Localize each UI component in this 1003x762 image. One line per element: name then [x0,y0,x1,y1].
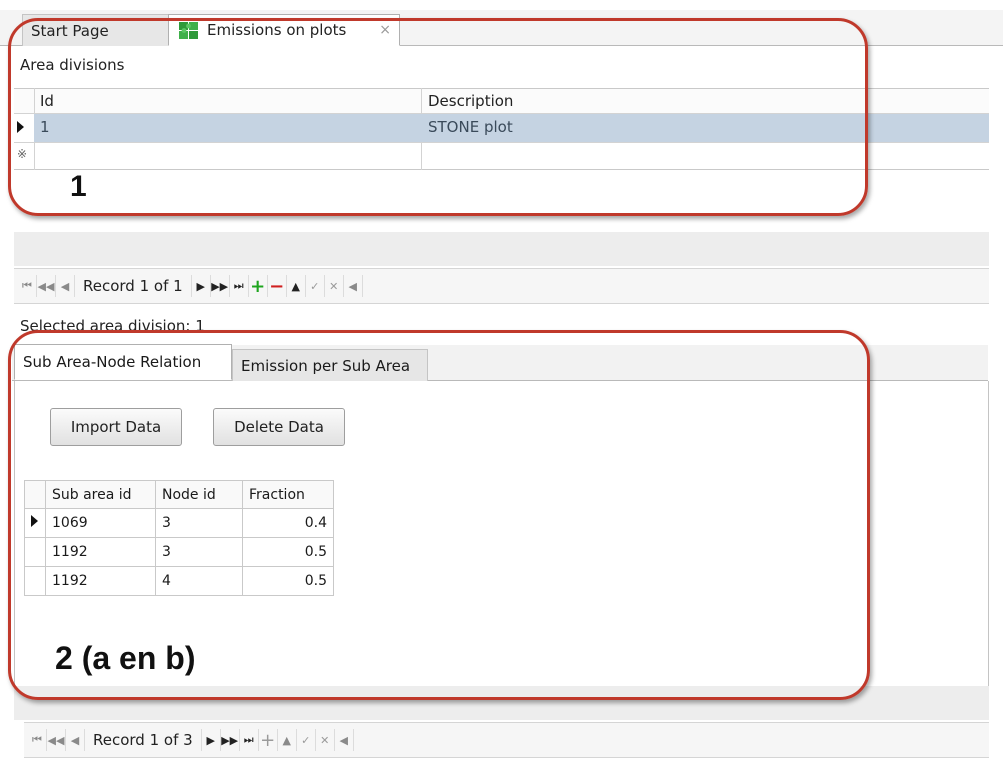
record-navigator: ⏮ ◀◀ ◀ Record 1 of 3 ▶ ▶▶ ⏭ + ▲ ✓ ✕ ◀ [24,722,989,758]
record-navigator: ⏮ ◀◀ ◀ Record 1 of 1 ▶ ▶▶ ⏭ + − ▲ ✓ ✕ ◀ [14,268,989,304]
remove-icon[interactable]: − [268,275,287,297]
scroll-left-icon[interactable]: ◀ [344,275,363,297]
scroll-left-icon[interactable]: ◀ [335,729,354,751]
cancel-icon[interactable]: ✕ [316,729,335,751]
next-page-icon[interactable]: ▶▶ [211,275,230,297]
next-record-icon[interactable]: ▶ [202,729,221,751]
cancel-icon[interactable]: ✕ [325,275,344,297]
annotation-label-2: 2 (a en b) [55,640,196,676]
last-record-icon[interactable]: ⏭ [230,275,249,297]
last-record-icon[interactable]: ⏭ [240,729,259,751]
annotation-outline-1 [8,18,868,216]
annotation-label-1: 1 [70,170,87,203]
prev-page-icon[interactable]: ◀◀ [37,275,56,297]
prev-record-icon[interactable]: ◀ [66,729,85,751]
prev-record-icon[interactable]: ◀ [56,275,75,297]
first-record-icon[interactable]: ⏮ [28,729,47,751]
add-icon[interactable]: + [259,729,278,751]
check-icon[interactable]: ✓ [297,729,316,751]
first-record-icon[interactable]: ⏮ [18,275,37,297]
add-icon[interactable]: + [249,275,268,297]
move-up-icon[interactable]: ▲ [278,729,297,751]
prev-page-icon[interactable]: ◀◀ [47,729,66,751]
next-record-icon[interactable]: ▶ [192,275,211,297]
next-page-icon[interactable]: ▶▶ [221,729,240,751]
grid-empty-area [14,232,989,266]
move-up-icon[interactable]: ▲ [287,275,306,297]
record-indicator: Record 1 of 3 [85,729,202,751]
record-indicator: Record 1 of 1 [75,275,192,297]
check-icon[interactable]: ✓ [306,275,325,297]
